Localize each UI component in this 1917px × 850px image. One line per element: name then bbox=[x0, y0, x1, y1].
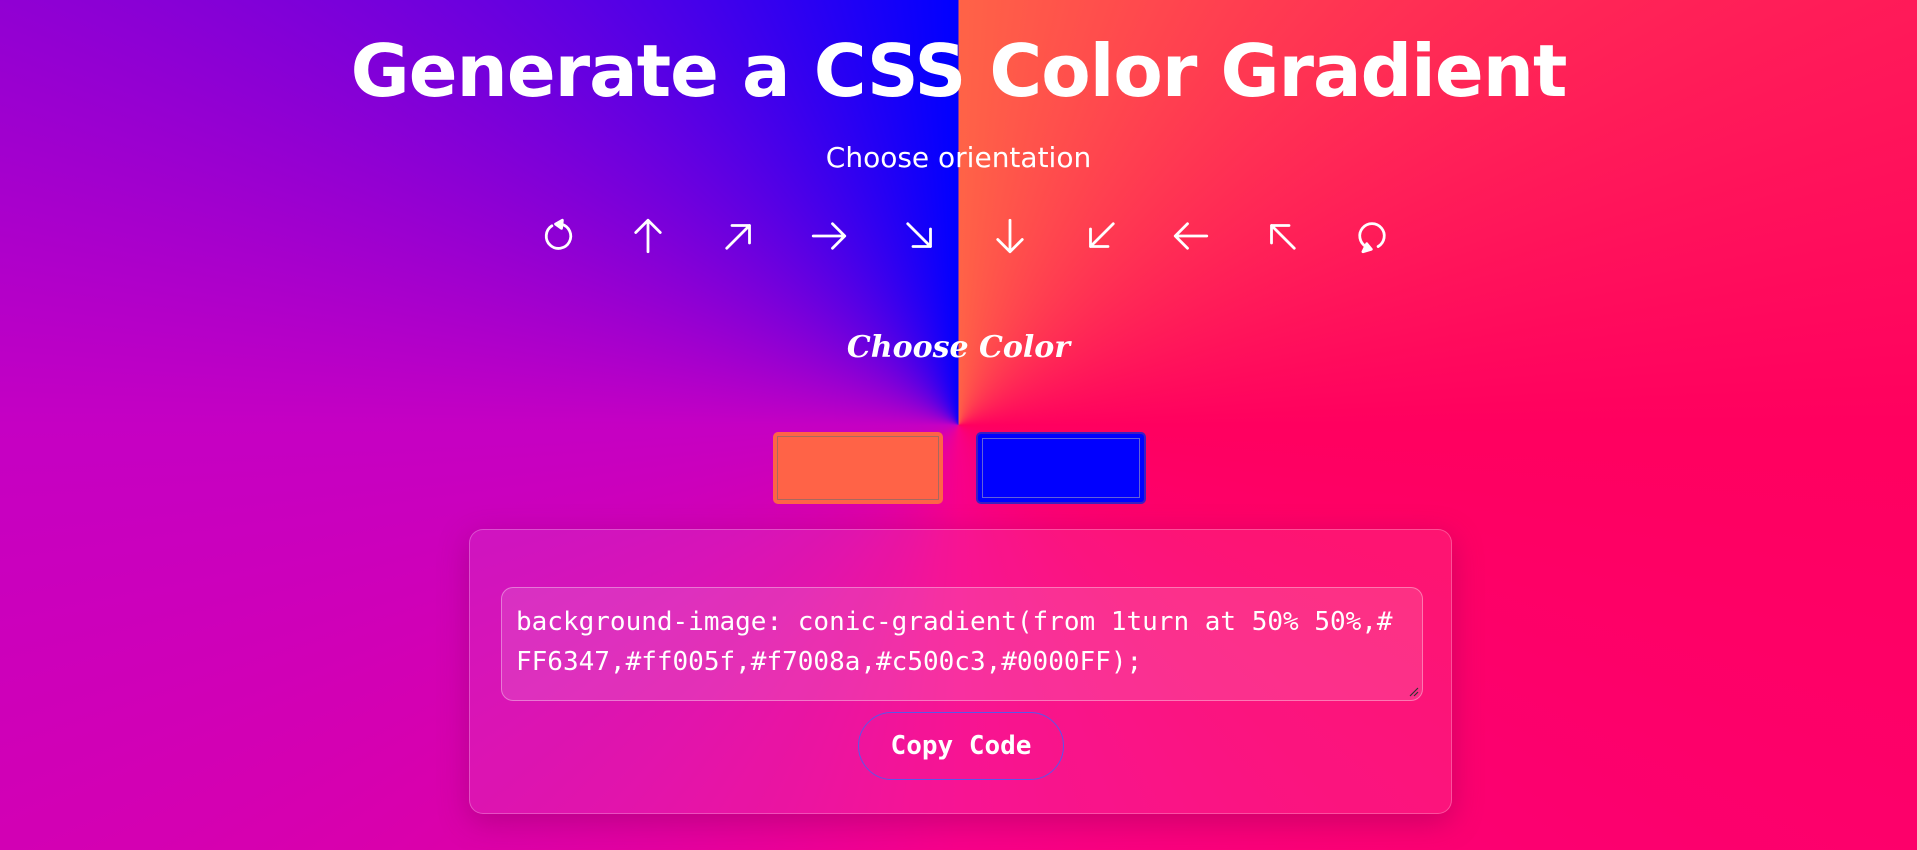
color-picker-1[interactable] bbox=[773, 432, 943, 504]
arrow-left-icon bbox=[1173, 222, 1209, 250]
orientation-up-left-button[interactable] bbox=[1254, 206, 1310, 266]
color-picker-1-swatch bbox=[777, 436, 939, 500]
orientation-up-right-button[interactable] bbox=[711, 206, 767, 266]
arrow-down-right-icon bbox=[906, 222, 932, 248]
orientation-rotate-cw-button[interactable] bbox=[1344, 206, 1400, 266]
orientation-rotate-ccw-button[interactable] bbox=[530, 206, 586, 266]
page-title: Generate a CSS Color Gradient bbox=[350, 29, 1568, 113]
copy-code-button[interactable]: Copy Code bbox=[858, 712, 1064, 780]
arrow-up-right-icon bbox=[725, 224, 751, 250]
orientation-down-button[interactable] bbox=[982, 206, 1038, 266]
orientation-down-left-button[interactable] bbox=[1073, 206, 1129, 266]
orientation-up-button[interactable] bbox=[620, 206, 676, 266]
rotate-clockwise-icon bbox=[1358, 222, 1386, 254]
orientation-left-button[interactable] bbox=[1163, 206, 1219, 266]
color-picker-2-swatch bbox=[982, 438, 1140, 498]
arrow-up-icon bbox=[634, 218, 663, 254]
choose-color-label: Choose Color bbox=[846, 330, 1071, 365]
arrow-down-left-icon bbox=[1088, 222, 1115, 248]
orientation-options bbox=[530, 206, 1400, 266]
arrow-right-icon bbox=[812, 222, 847, 250]
css-code-text: background-image: conic-gradient(from 1t… bbox=[516, 607, 1393, 677]
orientation-right-button[interactable] bbox=[801, 206, 857, 266]
orientation-label: Choose orientation bbox=[825, 141, 1092, 174]
orientation-down-right-button[interactable] bbox=[892, 206, 948, 266]
color-picker-2[interactable] bbox=[976, 432, 1146, 504]
arrow-up-left-icon bbox=[1269, 224, 1296, 250]
code-output-panel: background-image: conic-gradient(from 1t… bbox=[469, 529, 1452, 814]
resize-handle-icon[interactable] bbox=[1407, 685, 1419, 697]
arrow-down-icon bbox=[996, 218, 1024, 254]
css-code-textarea[interactable]: background-image: conic-gradient(from 1t… bbox=[501, 587, 1423, 701]
rotate-counterclockwise-icon bbox=[544, 218, 573, 250]
